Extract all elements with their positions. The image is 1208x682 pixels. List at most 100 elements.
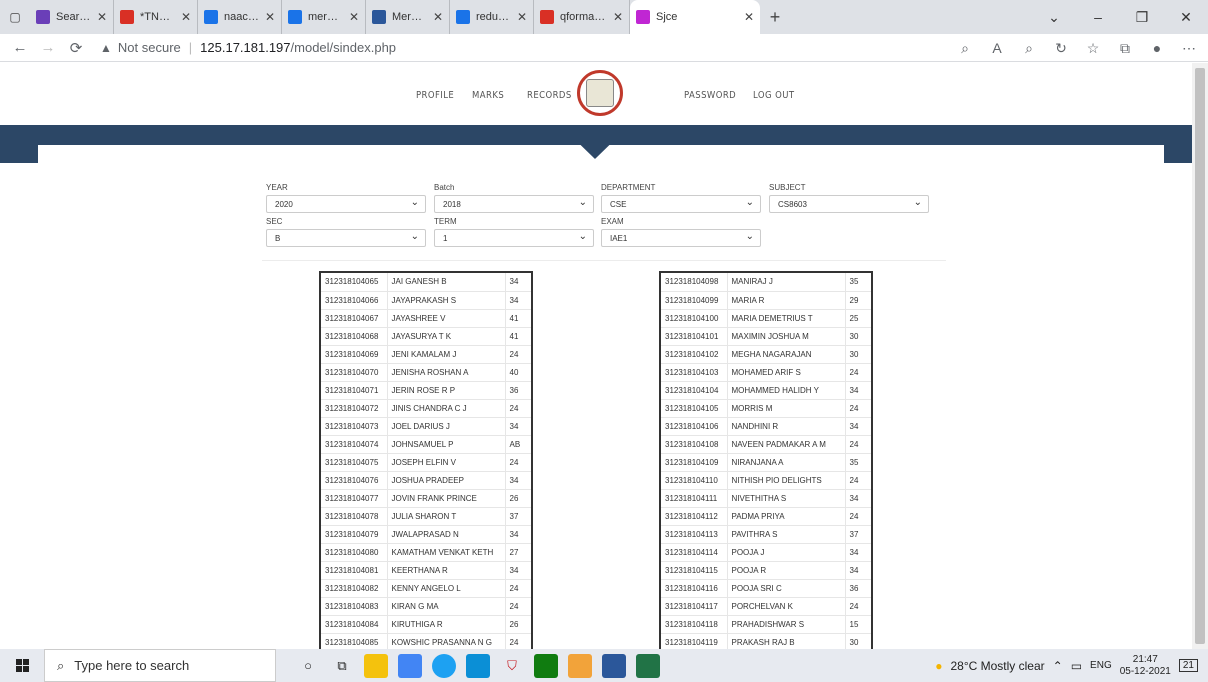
nav-logout[interactable]: LOG OUT xyxy=(753,90,794,101)
browser-tab[interactable]: Sjce ✕ xyxy=(630,0,760,34)
close-window-button[interactable]: ✕ xyxy=(1164,0,1208,34)
sticky-notes-icon[interactable] xyxy=(568,653,592,678)
store-icon[interactable] xyxy=(398,653,422,678)
marks-cell[interactable]: 36 xyxy=(845,579,871,598)
word-icon[interactable] xyxy=(602,653,626,678)
marks-cell[interactable]: 34 xyxy=(845,543,871,562)
favorites-icon[interactable]: ☆ xyxy=(1082,40,1104,57)
marks-cell[interactable]: 24 xyxy=(505,579,531,598)
chevron-up-icon[interactable]: ⌃ xyxy=(1053,659,1063,673)
marks-cell[interactable]: 15 xyxy=(845,615,871,634)
restore-button[interactable]: ❐ xyxy=(1120,0,1164,34)
marks-cell[interactable]: 36 xyxy=(505,381,531,400)
reload-button[interactable]: ⟳ xyxy=(62,34,90,62)
refresh-icon[interactable]: ↻ xyxy=(1050,40,1072,57)
browser-tab[interactable]: Merge PDF files o ✕ xyxy=(366,0,450,34)
marks-cell[interactable]: 26 xyxy=(505,615,531,634)
edge-icon[interactable] xyxy=(432,653,456,678)
marks-cell[interactable]: 24 xyxy=(845,363,871,382)
marks-cell[interactable]: 24 xyxy=(505,633,531,649)
weather-text[interactable]: 28°C Mostly clear xyxy=(950,659,1044,673)
marks-cell[interactable]: 34 xyxy=(505,417,531,436)
browser-tab[interactable]: reduce pdf size - ✕ xyxy=(450,0,534,34)
close-tab-icon[interactable]: ✕ xyxy=(744,10,754,24)
cortana-icon[interactable]: ○ xyxy=(296,654,320,678)
marks-cell[interactable]: 34 xyxy=(845,381,871,400)
tab-actions-icon[interactable]: ▢ xyxy=(0,0,30,34)
marks-cell[interactable]: 34 xyxy=(845,417,871,436)
close-tab-icon[interactable]: ✕ xyxy=(517,10,527,24)
nav-password[interactable]: PASSWORD xyxy=(684,90,736,101)
scrollbar-thumb[interactable] xyxy=(1195,68,1205,644)
marks-cell[interactable]: 37 xyxy=(505,507,531,526)
marks-cell[interactable]: 24 xyxy=(845,471,871,490)
chevron-down-icon[interactable]: ⌄ xyxy=(1032,0,1076,34)
marks-cell[interactable]: 27 xyxy=(505,543,531,562)
xbox-icon[interactable] xyxy=(534,653,558,678)
marks-cell[interactable]: 34 xyxy=(845,489,871,508)
marks-cell[interactable]: 41 xyxy=(505,309,531,328)
read-aloud-icon[interactable]: A xyxy=(986,40,1008,56)
browser-tab[interactable]: naac login - Bing ✕ xyxy=(198,0,282,34)
launcher-icon[interactable] xyxy=(466,653,490,678)
collections-icon[interactable]: ⧉ xyxy=(1114,40,1136,57)
marks-cell[interactable]: 30 xyxy=(845,345,871,364)
marks-cell[interactable]: 34 xyxy=(505,471,531,490)
marks-cell[interactable]: 24 xyxy=(505,345,531,364)
marks-cell[interactable]: 41 xyxy=(505,327,531,346)
year-select[interactable]: 2020 ⌄ xyxy=(266,195,426,213)
more-icon[interactable]: ⋯ xyxy=(1178,40,1200,57)
close-tab-icon[interactable]: ✕ xyxy=(181,10,191,24)
marks-cell[interactable]: 34 xyxy=(845,561,871,580)
marks-cell[interactable]: 24 xyxy=(505,453,531,472)
notification-icon[interactable]: 21 xyxy=(1178,659,1198,672)
marks-cell[interactable]: 26 xyxy=(505,489,531,508)
marks-cell[interactable]: 24 xyxy=(845,597,871,616)
mcafee-icon[interactable]: ⛉ xyxy=(500,654,524,678)
zoom-icon[interactable]: ⌕ xyxy=(954,40,976,57)
marks-cell[interactable]: 30 xyxy=(845,327,871,346)
back-button[interactable]: ← xyxy=(6,34,34,62)
close-tab-icon[interactable]: ✕ xyxy=(349,10,359,24)
marks-cell[interactable]: 40 xyxy=(505,363,531,382)
browser-tab[interactable]: *TNCOGN102965 ✕ xyxy=(114,0,198,34)
marks-cell[interactable]: 37 xyxy=(845,525,871,544)
marks-cell[interactable]: 34 xyxy=(505,291,531,310)
nav-marks[interactable]: MARKS xyxy=(472,90,504,101)
excel-icon[interactable] xyxy=(636,653,660,678)
nav-records[interactable]: RECORDS xyxy=(527,90,572,101)
sec-select[interactable]: B ⌄ xyxy=(266,229,426,247)
marks-cell[interactable]: 34 xyxy=(505,525,531,544)
marks-cell[interactable]: 34 xyxy=(505,561,531,580)
close-tab-icon[interactable]: ✕ xyxy=(97,10,107,24)
marks-cell[interactable]: 35 xyxy=(845,273,871,292)
term-select[interactable]: 1 ⌄ xyxy=(434,229,594,247)
task-view-icon[interactable]: ⧉ xyxy=(330,654,354,678)
marks-cell[interactable]: 34 xyxy=(505,273,531,292)
clock[interactable]: 21:47 05-12-2021 xyxy=(1120,654,1171,678)
subject-select[interactable]: CS8603 ⌄ xyxy=(769,195,929,213)
forward-button[interactable]: → xyxy=(34,34,62,62)
marks-cell[interactable]: 35 xyxy=(845,453,871,472)
batch-select[interactable]: 2018 ⌄ xyxy=(434,195,594,213)
network-icon[interactable]: ▭ xyxy=(1071,659,1082,673)
language-indicator[interactable]: ENG xyxy=(1090,660,1112,671)
marks-cell[interactable]: 25 xyxy=(845,309,871,328)
marks-cell[interactable]: 24 xyxy=(505,399,531,418)
start-button[interactable] xyxy=(0,649,44,682)
profile-avatar[interactable]: ● xyxy=(1146,40,1168,56)
file-explorer-icon[interactable] xyxy=(364,653,388,678)
close-tab-icon[interactable]: ✕ xyxy=(265,10,275,24)
search-icon[interactable]: ⌕ xyxy=(1018,40,1040,57)
marks-cell[interactable]: 24 xyxy=(845,507,871,526)
browser-tab[interactable]: merge pdf - Bing ✕ xyxy=(282,0,366,34)
marks-cell[interactable]: 24 xyxy=(505,597,531,616)
minimize-button[interactable]: – xyxy=(1076,0,1120,34)
marks-cell[interactable]: 24 xyxy=(845,435,871,454)
department-select[interactable]: CSE ⌄ xyxy=(601,195,761,213)
marks-cell[interactable]: 24 xyxy=(845,399,871,418)
exam-select[interactable]: IAE1 ⌄ xyxy=(601,229,761,247)
browser-tab[interactable]: qformat_Model_t ✕ xyxy=(534,0,630,34)
browser-tab[interactable]: Search results - s ✕ xyxy=(30,0,114,34)
marks-cell[interactable]: AB xyxy=(505,435,531,454)
